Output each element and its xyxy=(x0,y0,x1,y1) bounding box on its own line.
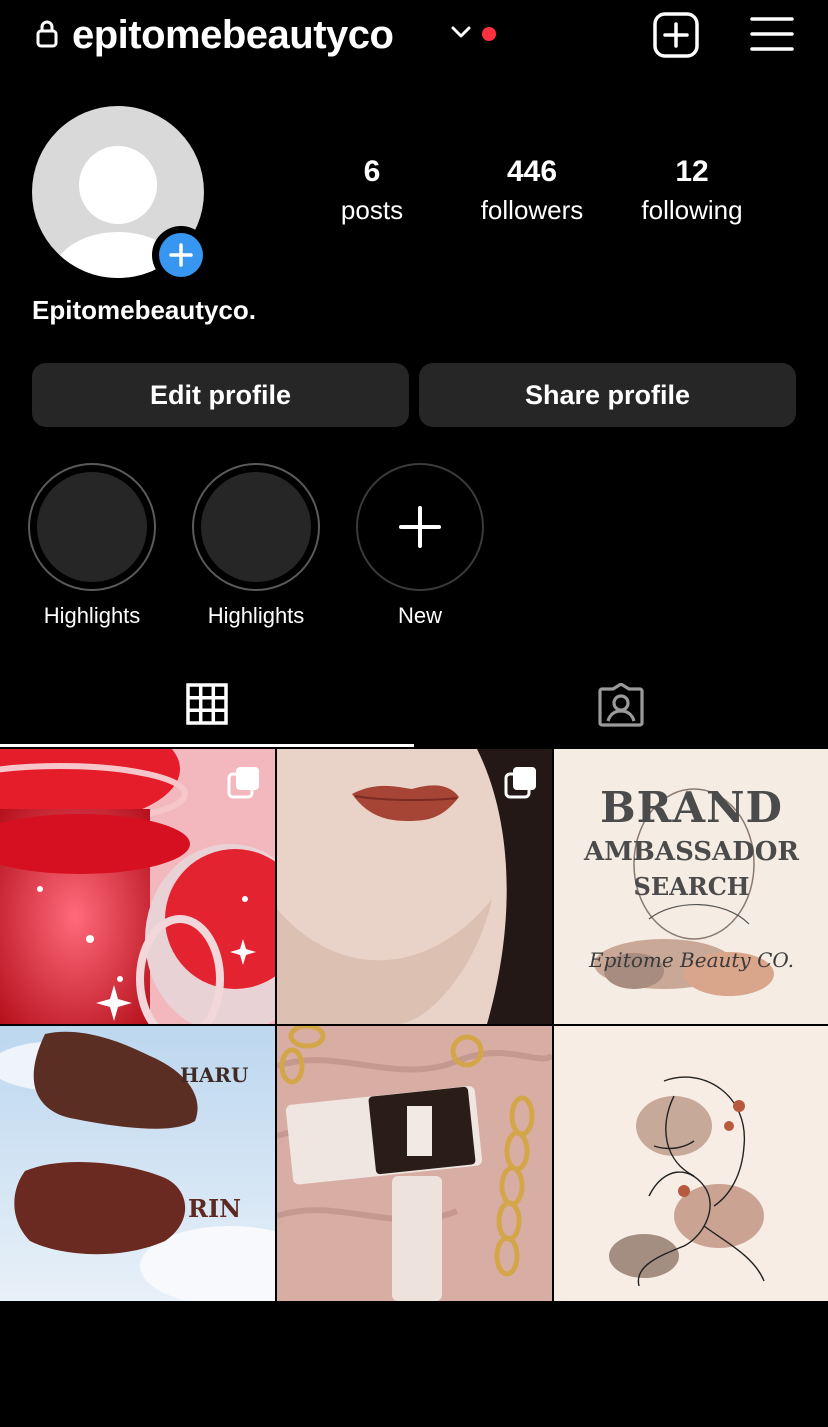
post-thumbnail-line-art[interactable] xyxy=(554,1026,828,1301)
hamburger-menu-icon[interactable] xyxy=(750,14,794,54)
username[interactable]: epitomebeautyco xyxy=(72,10,394,60)
tab-tagged[interactable] xyxy=(414,660,828,748)
share-profile-button[interactable]: Share profile xyxy=(419,363,796,427)
highlight-label: Highlights xyxy=(43,603,141,628)
grid-icon xyxy=(186,683,228,725)
plus-icon xyxy=(399,506,441,548)
post-thumbnail-lip-product[interactable] xyxy=(277,1026,552,1301)
plus-circle-icon xyxy=(169,243,193,267)
highlight-item[interactable]: Highlights xyxy=(28,463,156,631)
top-bar: epitomebeautyco xyxy=(0,0,828,72)
active-tab-indicator xyxy=(0,744,414,747)
followers-count[interactable]: 446 followers xyxy=(452,152,612,228)
carousel-icon xyxy=(227,767,259,799)
post-image xyxy=(277,1026,552,1301)
lock-icon xyxy=(36,20,58,48)
tab-posts-grid[interactable] xyxy=(0,660,414,748)
chevron-down-icon[interactable] xyxy=(450,24,472,40)
post-thumbnail-swatches[interactable]: HARU RIN xyxy=(0,1026,275,1301)
highlight-label: New xyxy=(397,603,442,628)
carousel-icon xyxy=(504,767,536,799)
following-count[interactable]: 12 following xyxy=(612,152,772,228)
edit-profile-button[interactable]: Edit profile xyxy=(32,363,409,427)
notification-dot xyxy=(482,27,496,41)
highlight-label: Highlights xyxy=(207,603,305,628)
new-highlight-button[interactable]: New xyxy=(356,463,484,631)
highlight-item[interactable]: Highlights xyxy=(192,463,320,631)
posts-grid: BRAND AMBASSADOR SEARCH Epitome Beauty C… xyxy=(0,749,828,1301)
posts-count[interactable]: 6 posts xyxy=(292,152,452,228)
post-image xyxy=(554,1026,828,1301)
tagged-person-icon xyxy=(598,683,644,727)
default-avatar-icon xyxy=(79,146,157,224)
profile-tabs xyxy=(0,660,828,748)
post-thumbnail-red-glitter[interactable] xyxy=(0,749,275,1024)
display-name: Epitomebeautyco. xyxy=(32,295,256,325)
new-post-button[interactable] xyxy=(653,12,699,58)
post-thumbnail-lip-portrait[interactable] xyxy=(277,749,552,1024)
post-thumbnail-brand-ambassador[interactable]: BRAND AMBASSADOR SEARCH Epitome Beauty C… xyxy=(554,749,828,1024)
add-story-button[interactable] xyxy=(152,226,210,284)
